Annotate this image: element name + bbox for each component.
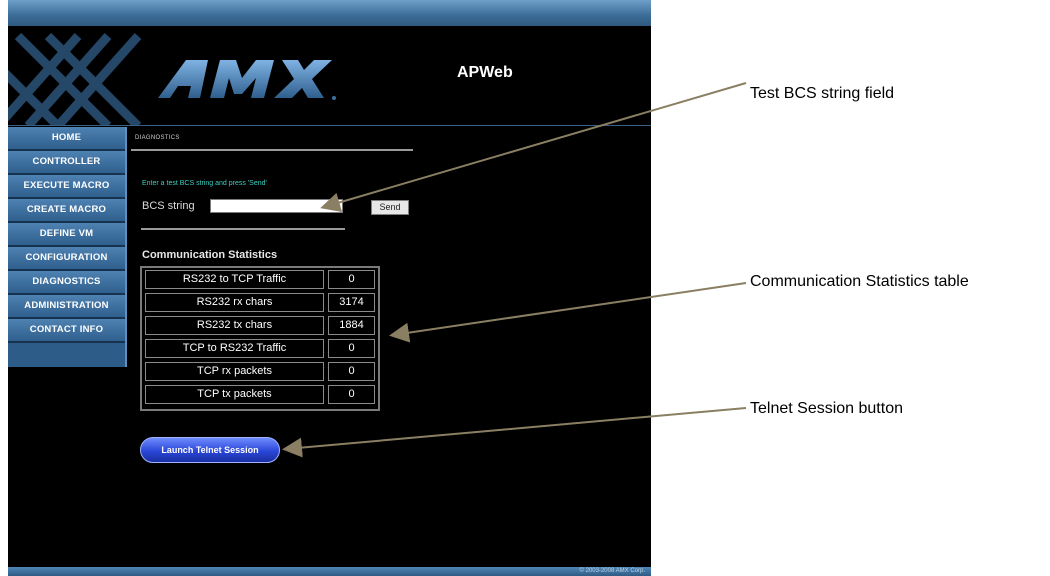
telnet-button-arrow: [282, 407, 747, 458]
bcs-field-arrow: [320, 82, 747, 213]
stats-table-arrow: [389, 282, 747, 343]
stats-table-callout: Communication Statistics table: [750, 273, 969, 290]
telnet-button-callout: Telnet Session button: [750, 400, 903, 417]
bcs-field-callout: Test BCS string field: [750, 85, 895, 102]
